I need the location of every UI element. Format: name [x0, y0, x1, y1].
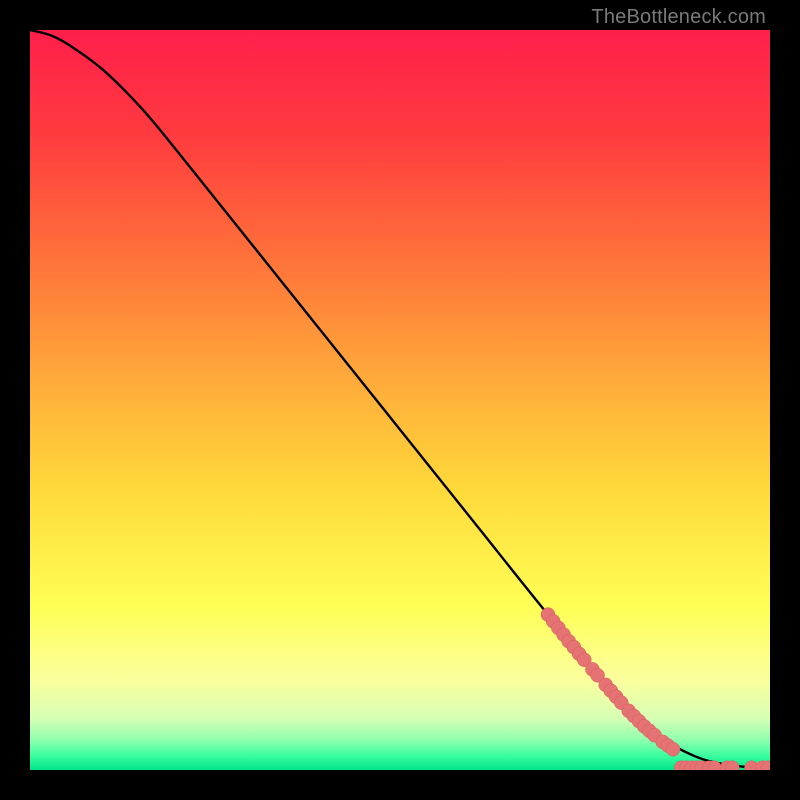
chart-stage: TheBottleneck.com [0, 0, 800, 800]
marker-group [541, 608, 770, 770]
curve-layer [30, 30, 770, 770]
data-marker [666, 742, 680, 756]
bottleneck-curve [30, 30, 770, 768]
plot-area [30, 30, 770, 770]
watermark-text: TheBottleneck.com [591, 6, 766, 29]
